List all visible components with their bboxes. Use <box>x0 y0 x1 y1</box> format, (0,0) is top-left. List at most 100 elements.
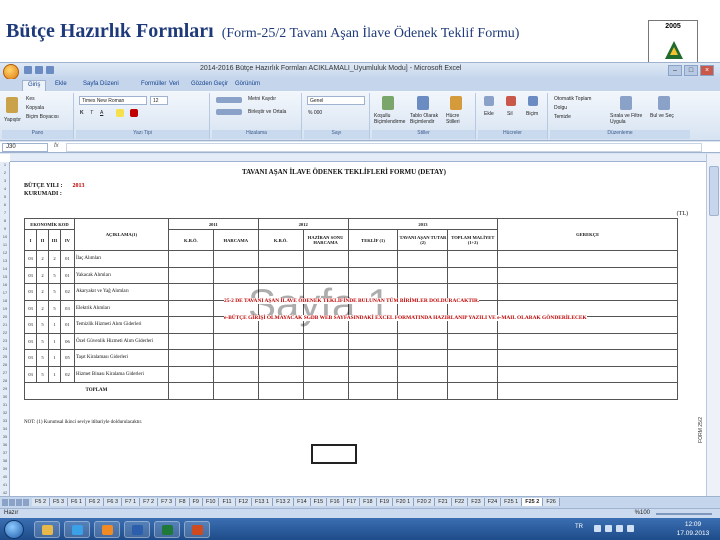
sheet-tab[interactable]: F5 2 <box>32 498 51 506</box>
value-cell[interactable] <box>167 316 214 334</box>
active-cell-cursor[interactable] <box>311 444 357 464</box>
vertical-scrollbar[interactable] <box>706 154 720 496</box>
row-code-c4[interactable]: 01 <box>59 266 75 284</box>
row-code-c3[interactable]: 1 <box>47 316 61 334</box>
value-cell[interactable] <box>257 332 304 350</box>
sheet-tab[interactable]: F23 <box>468 498 485 506</box>
row-code-c1[interactable]: 03 <box>24 316 37 334</box>
format-cells-button[interactable]: Biçim <box>526 111 538 117</box>
sheet-tab[interactable]: F16 <box>327 498 344 506</box>
delete-cells-icon[interactable] <box>506 96 516 106</box>
row-number[interactable]: 38 <box>0 458 10 463</box>
row-number[interactable]: 31 <box>0 402 10 407</box>
row-code-c4[interactable]: 06 <box>59 332 75 350</box>
row-code-c4[interactable]: 02 <box>59 365 75 383</box>
taskbar-app-word[interactable] <box>124 521 150 538</box>
number-format-select[interactable]: Genel <box>307 96 365 105</box>
row-code-c4[interactable]: 01 <box>59 250 75 268</box>
language-indicator[interactable]: TR <box>575 524 583 530</box>
value-cell[interactable] <box>212 365 259 383</box>
row-number[interactable]: 23 <box>0 338 10 343</box>
row-code-c2[interactable]: 2 <box>35 266 49 284</box>
row-number[interactable]: 41 <box>0 482 10 487</box>
row-number[interactable]: 25 <box>0 354 10 359</box>
indent-icon[interactable] <box>216 109 242 115</box>
sheet-tab[interactable]: F21 <box>435 498 452 506</box>
row-number[interactable]: 21 <box>0 322 10 327</box>
value-cell[interactable] <box>167 266 214 284</box>
tray-arrow-icon[interactable] <box>594 525 601 532</box>
value-cell[interactable] <box>447 332 499 350</box>
row-description[interactable]: Özel Güvenlik Hizmeti Alım Giderleri <box>73 332 169 350</box>
value-cell[interactable] <box>497 332 678 350</box>
total-cell[interactable] <box>497 382 678 400</box>
row-description[interactable]: Temizlik Hizmeti Alım Giderleri <box>73 316 169 334</box>
sheet-tab[interactable]: F25 2 <box>522 498 544 506</box>
row-number[interactable]: 2 <box>0 170 10 175</box>
sheet-tab[interactable]: F24 <box>484 498 502 506</box>
sort-filter-icon[interactable] <box>620 96 632 110</box>
value-cell[interactable] <box>397 250 449 268</box>
taskbar-app-excel[interactable] <box>154 521 180 538</box>
row-code-c1[interactable]: 03 <box>24 332 37 350</box>
tab-page-layout[interactable]: Sayfa Düzeni <box>78 80 124 91</box>
row-code-c3[interactable]: 1 <box>47 349 61 367</box>
tab-home[interactable]: Giriş <box>22 80 47 91</box>
sheet-tab[interactable]: F10 <box>202 498 220 506</box>
row-code-c1[interactable]: 03 <box>24 266 37 284</box>
sheet-tab[interactable]: F6 2 <box>86 498 105 506</box>
paste-icon[interactable] <box>6 97 18 113</box>
value-cell[interactable] <box>497 349 678 367</box>
value-cell[interactable] <box>347 332 399 350</box>
value-cell[interactable] <box>447 349 499 367</box>
row-code-c3[interactable]: 2 <box>47 250 61 268</box>
value-cell[interactable] <box>302 349 349 367</box>
row-code-c4[interactable]: 01 <box>59 316 75 334</box>
sheet-tab[interactable]: F18 <box>360 498 377 506</box>
row-number[interactable]: 32 <box>0 410 10 415</box>
row-number[interactable]: 1 <box>0 162 10 167</box>
delete-cells-button[interactable]: Sil <box>507 111 513 117</box>
undo-icon[interactable] <box>35 66 43 74</box>
font-color-icon[interactable] <box>130 109 138 117</box>
value-cell[interactable] <box>347 365 399 383</box>
row-number[interactable]: 15 <box>0 274 10 279</box>
close-button[interactable]: × <box>700 65 714 76</box>
value-cell[interactable] <box>447 365 499 383</box>
row-description[interactable]: Elektrik Alımları <box>73 299 169 317</box>
row-number[interactable]: 27 <box>0 370 10 375</box>
row-code-c2[interactable]: 2 <box>35 283 49 301</box>
format-cells-icon[interactable] <box>528 96 538 106</box>
format-painter-button[interactable]: Biçim Boyacısı <box>26 114 59 120</box>
value-cell[interactable] <box>212 250 259 268</box>
tab-insert[interactable]: Ekle <box>50 80 72 91</box>
sheet-tab[interactable]: F25 1 <box>501 498 523 506</box>
underline-button[interactable]: A <box>100 110 103 116</box>
row-number[interactable]: 5 <box>0 194 10 199</box>
row-code-c3[interactable]: 5 <box>47 283 61 301</box>
row-number[interactable]: 12 <box>0 250 10 255</box>
redo-icon[interactable] <box>46 66 54 74</box>
row-code-c1[interactable]: 03 <box>24 283 37 301</box>
first-sheet-icon[interactable] <box>2 499 8 506</box>
sheet-tab[interactable]: F26 <box>543 498 560 506</box>
row-number[interactable]: 40 <box>0 474 10 479</box>
value-cell[interactable] <box>257 365 304 383</box>
italic-button[interactable]: T <box>90 110 93 116</box>
next-sheet-icon[interactable] <box>16 499 22 506</box>
row-code-c4[interactable]: 05 <box>59 349 75 367</box>
taskbar-app-explorer[interactable] <box>34 521 60 538</box>
row-description[interactable]: Hizmet Binası Kiralama Giderleri <box>73 365 169 383</box>
row-number[interactable]: 9 <box>0 226 10 231</box>
formula-input[interactable] <box>66 143 702 152</box>
row-number[interactable]: 16 <box>0 282 10 287</box>
value-cell[interactable] <box>497 266 678 284</box>
row-number[interactable]: 33 <box>0 418 10 423</box>
sheet-tab[interactable]: F11 <box>219 498 236 506</box>
row-number[interactable]: 30 <box>0 394 10 399</box>
maximize-button[interactable]: □ <box>684 65 698 76</box>
row-number[interactable]: 24 <box>0 346 10 351</box>
value-cell[interactable] <box>497 365 678 383</box>
total-cell[interactable] <box>397 382 449 400</box>
row-number[interactable]: 29 <box>0 386 10 391</box>
